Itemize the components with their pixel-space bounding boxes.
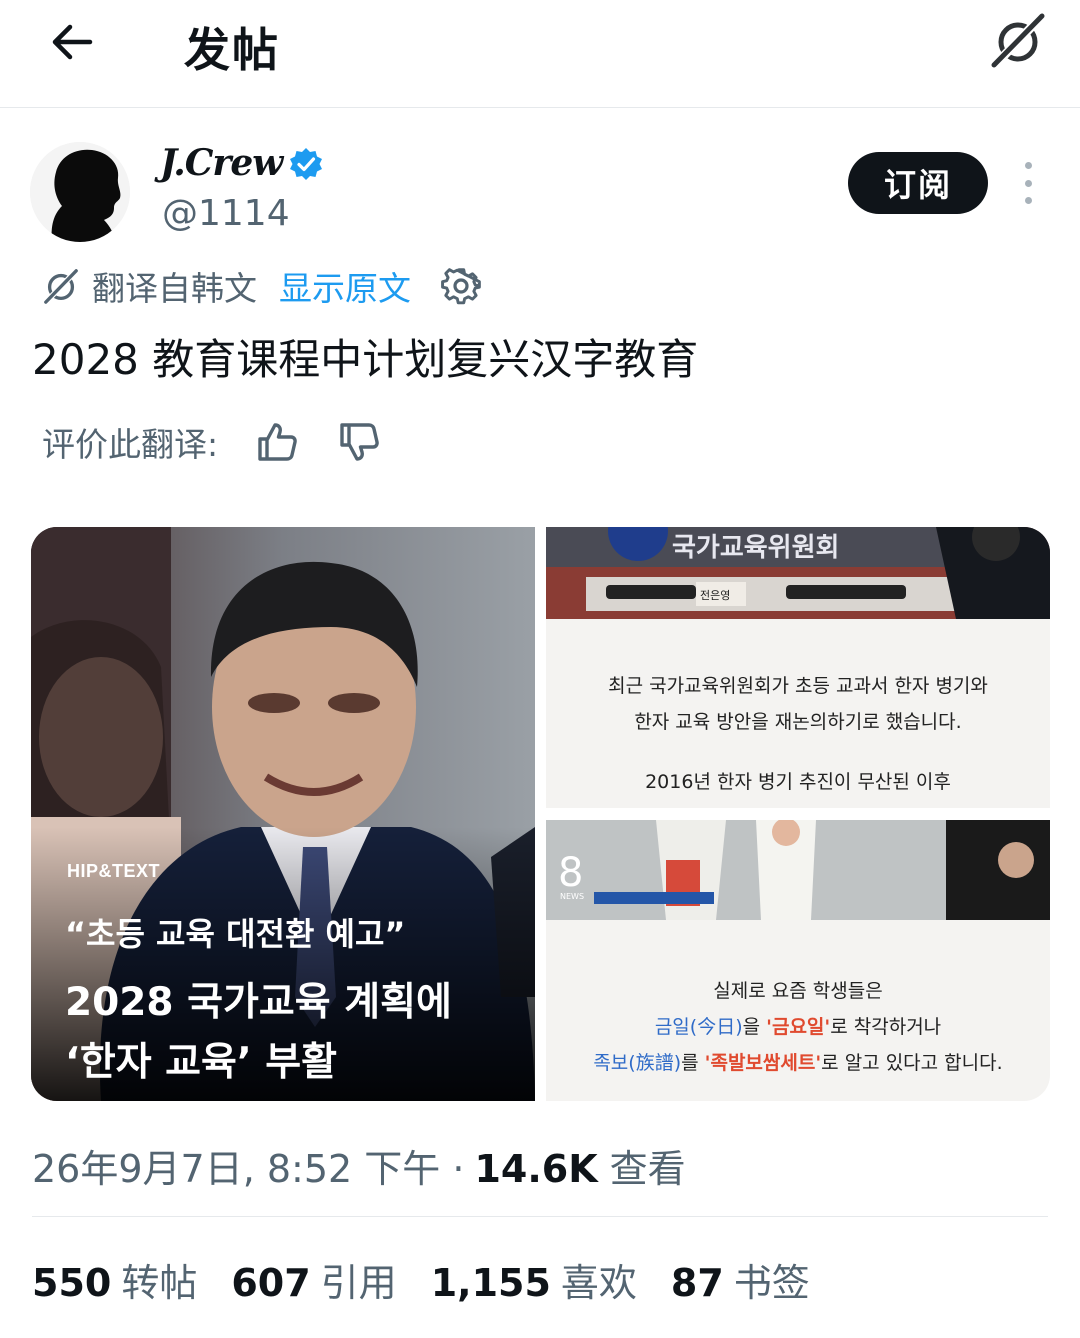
media-grid: HIP&TEXT “초등 교육 대전환 예고” 2028 국가교육 계획에 ‘한… [31,527,1050,1101]
more-options-button[interactable] [1012,162,1044,204]
stat-quotes[interactable]: 607 引用 [231,1252,396,1307]
rate-translation-label: 评价此翻译: [42,425,219,464]
stat-bookmarks[interactable]: 87 书签 [671,1252,810,1307]
post-timestamp[interactable]: 26年9月7日, 8:52 下午 · [32,1138,464,1193]
slide-text-fragment: 로 착각하거나 [830,1016,942,1038]
top-bar: 发帖 [0,0,1080,108]
stat-count: 1,155 [430,1261,551,1305]
post-text: 2028 教育课程中计划复兴汉字教育 [32,335,699,384]
views-count[interactable]: 14.6K [474,1147,597,1191]
slide-text-line1: 최근 국가교육위원회가 초등 교과서 한자 병기와 [608,675,988,697]
more-dot-icon [1024,197,1032,204]
show-original-link[interactable]: 显示原文 [279,262,411,310]
nameplate: 전은영 [700,589,731,602]
channel-logo: 8 [558,850,584,896]
slide-text-fragment: 로 알고 있다고 합니다. [821,1052,1003,1074]
media-image-top-right[interactable]: 국가교육위원회 전은영 최근 국가교육위원회가 초등 교과서 한자 병기와 한자… [546,527,1050,808]
slide-text-line3: 족보(族譜)를 '족발보쌈세트'로 알고 있다고 합니다. [546,1048,1050,1075]
translation-row: 翻译自韩文 显示原文 [42,262,481,310]
highlight-red: '금요일' [766,1016,831,1038]
card-brand: HIP&TEXT [67,861,161,881]
highlight-blue: 금일(今日) [654,1016,743,1038]
rate-translation-row: 评价此翻译: [42,418,420,466]
stat-count: 607 [231,1261,311,1305]
engagement-stats: 550 转帖 607 引用 1,155 喜欢 87 书签 [32,1252,844,1307]
stat-label: 书签 [733,1261,810,1305]
subscribe-button[interactable]: 订阅 [848,152,988,214]
more-dot-icon [1024,162,1032,169]
divider [32,1216,1048,1217]
author-name[interactable]: J.Crew [160,142,283,184]
back-button[interactable] [44,14,100,70]
page-title: 发帖 [184,23,280,77]
card-quote: “초등 교육 대전환 예고” [65,915,406,953]
translated-from-label: 翻译自韩文 [92,269,257,308]
slide-text-fragment: 을 [742,1016,767,1038]
back-arrow-icon [52,24,93,60]
thumbs-down-icon[interactable] [338,421,380,463]
slide-text-line3: 2016년 한자 병기 추진이 무산된 이후 [645,771,951,793]
stat-label: 喜欢 [560,1261,637,1305]
more-dot-icon [1024,179,1032,187]
author-handle[interactable]: @1114 [162,193,290,234]
slide-text-fragment: 를 [681,1052,705,1074]
media-image-bottom-right[interactable]: 8 NEWS 실제로 요즘 학생들은 금일(今日)을 '금요일'로 착각하거나 … [546,820,1050,1101]
grok-icon [991,13,1045,68]
channel-sub: NEWS [560,892,585,901]
post-meta: 26年9月7日, 8:52 下午 · 14.6K 查看 [32,1138,686,1193]
card-headline-line1: 2028 국가교육 계획에 [65,980,452,1025]
stat-count: 87 [670,1261,724,1305]
card-headline-line2: ‘한자 교육’ 부활 [65,1040,338,1085]
views-label: 查看 [609,1147,686,1191]
avatar-silhouette-icon [30,142,130,242]
stat-label: 转帖 [121,1261,198,1305]
highlight-red: '족발보쌈세트' [704,1052,822,1074]
gear-icon[interactable] [441,266,481,306]
media-image-main[interactable]: HIP&TEXT “초등 교육 대전환 예고” 2028 국가교육 계획에 ‘한… [31,527,535,1101]
stat-count: 550 [32,1261,112,1305]
news-illustration [546,820,1050,920]
stat-likes[interactable]: 1,155 喜欢 [431,1252,637,1307]
stat-label: 引用 [320,1261,397,1305]
verified-badge-icon [290,148,322,180]
highlight-blue: 족보(族譜) [593,1052,682,1074]
grok-translate-icon [44,269,78,304]
stat-reposts[interactable]: 550 转帖 [32,1252,197,1307]
thumbs-up-icon[interactable] [256,421,298,463]
slide-text-line2: 금일(今日)을 '금요일'로 착각하거나 [546,1012,1050,1039]
committee-banner: 국가교육위원회 [672,533,840,563]
slide-text-line1: 실제로 요즘 학생들은 [713,980,883,1002]
grok-button[interactable] [988,10,1048,70]
slide-text-line2: 한자 교육 방안을 재논의하기로 했습니다. [634,711,962,733]
avatar[interactable] [30,142,130,242]
